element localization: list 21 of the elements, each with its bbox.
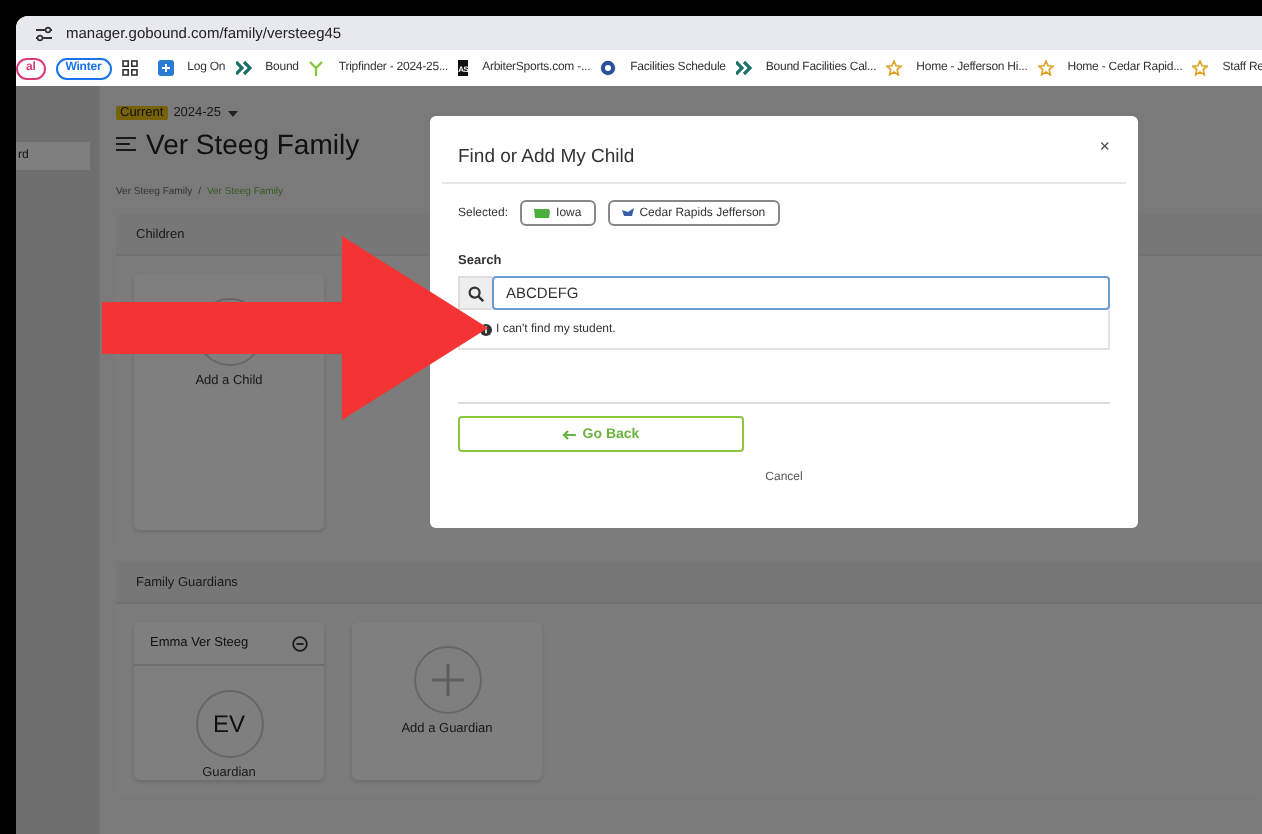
- close-button[interactable]: ×: [1099, 135, 1110, 155]
- chevron-icon: [735, 60, 752, 76]
- star-icon: [1037, 60, 1054, 76]
- fork-icon: [308, 60, 325, 76]
- square-icon: [157, 60, 174, 76]
- page-title: Ver Steeg Family: [146, 128, 360, 160]
- tune-icon: [36, 25, 52, 41]
- left-arrow-icon: [562, 429, 577, 439]
- chevron-icon: [235, 60, 252, 76]
- circle-icon: [600, 60, 617, 76]
- caret-down-icon[interactable]: [227, 109, 238, 117]
- search-icon: [468, 285, 484, 301]
- map-icon: [534, 208, 551, 218]
- menu-icon[interactable]: [116, 136, 136, 152]
- star-icon: [886, 60, 903, 76]
- minus-circle-icon[interactable]: [292, 635, 308, 651]
- emblem-icon: [621, 208, 634, 218]
- grid-icon[interactable]: [121, 60, 138, 76]
- star-icon: [1192, 60, 1209, 76]
- avatar-initials: EV: [195, 690, 263, 758]
- modal-title: Find or Add My Child: [458, 146, 635, 168]
